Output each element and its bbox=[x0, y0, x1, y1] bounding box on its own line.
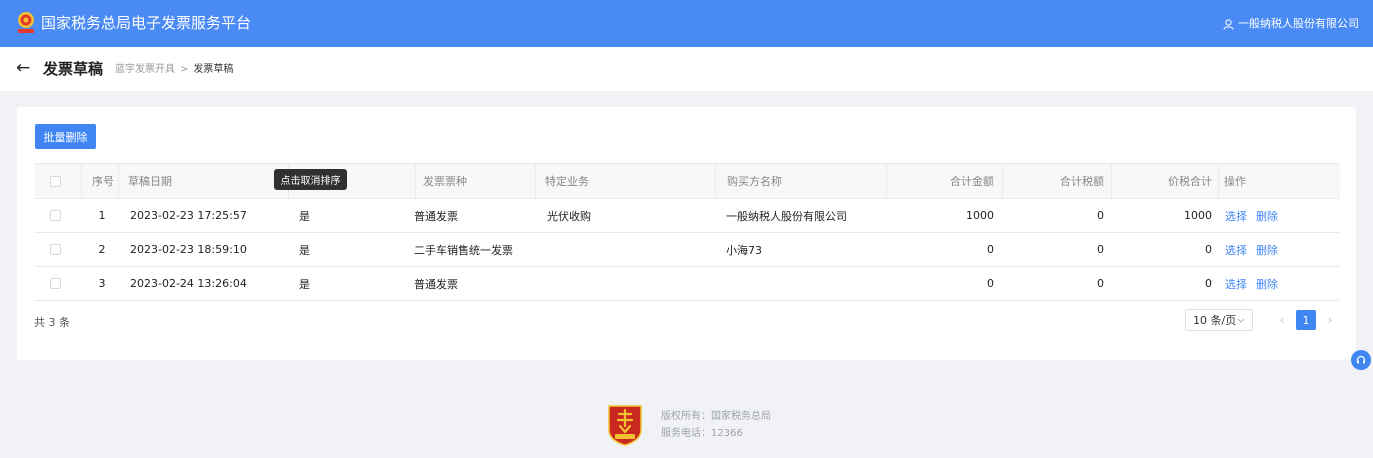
select-all-checkbox[interactable] bbox=[50, 175, 61, 187]
row-checkbox-cell bbox=[50, 267, 62, 300]
select-link[interactable]: 选择 bbox=[1225, 199, 1247, 232]
delete-link[interactable]: 删除 bbox=[1256, 233, 1278, 266]
row-checkbox[interactable] bbox=[50, 244, 61, 255]
cell-flag: 是 bbox=[299, 243, 310, 257]
column-divider bbox=[535, 164, 536, 198]
cell-total-amount: 0 bbox=[987, 243, 994, 256]
page-size-select[interactable]: 10 条/页 bbox=[1185, 309, 1253, 331]
column-divider bbox=[1218, 164, 1219, 198]
table-row: 3 2023-02-24 13:26:04 是 普通发票 0 0 0 选择 删除 bbox=[35, 267, 1340, 301]
cell-draft-date: 2023-02-23 17:25:57 bbox=[130, 209, 247, 222]
cell-draft-date: 2023-02-23 18:59:10 bbox=[130, 243, 247, 256]
batch-delete-button[interactable]: 批量删除 bbox=[35, 124, 96, 149]
row-checkbox[interactable] bbox=[50, 210, 61, 221]
cell-total-with-tax: 1000 bbox=[1184, 209, 1212, 222]
col-total-amount: 合计金额 bbox=[950, 175, 994, 188]
col-invoice-type: 发票票种 bbox=[423, 175, 467, 188]
cell-total-tax: 0 bbox=[1097, 277, 1104, 290]
cell-index: 2 bbox=[98, 243, 106, 256]
col-total-tax: 合计税额 bbox=[1060, 175, 1104, 188]
user-name: 一般纳税人股份有限公司 bbox=[1238, 17, 1359, 30]
drafts-table: 序号 草稿日期 发票票种 特定业务 购买方名称 合计金额 合计税额 价税合计 操… bbox=[35, 163, 1340, 301]
sort-tooltip: 点击取消排序 bbox=[274, 169, 347, 190]
page-title: 发票草稿 bbox=[43, 60, 104, 78]
col-actions: 操作 bbox=[1224, 175, 1246, 188]
col-special-business: 特定业务 bbox=[545, 175, 589, 188]
footer-copyright: 版权所有：国家税务总局 bbox=[661, 411, 771, 422]
select-all-checkbox-cell bbox=[50, 164, 62, 198]
breadcrumb: 蓝字发票开具 > 发票草稿 bbox=[115, 63, 233, 77]
cell-invoice-type: 普通发票 bbox=[414, 209, 458, 223]
tax-emblem-icon bbox=[18, 12, 34, 33]
cell-index: 3 bbox=[98, 277, 106, 290]
table-row: 2 2023-02-23 18:59:10 是 二手车销售统一发票 小海73 0… bbox=[35, 233, 1340, 267]
cell-invoice-type: 二手车销售统一发票 bbox=[414, 243, 513, 257]
arrow-left-icon[interactable]: ← bbox=[16, 58, 30, 78]
table-header: 序号 草稿日期 发票票种 特定业务 购买方名称 合计金额 合计税额 价税合计 操… bbox=[35, 164, 1340, 199]
col-buyer-name: 购买方名称 bbox=[727, 175, 782, 188]
cell-special-business: 光伏收购 bbox=[547, 209, 591, 223]
delete-link[interactable]: 删除 bbox=[1256, 199, 1278, 232]
col-draft-date[interactable]: 草稿日期 bbox=[128, 164, 172, 198]
cell-total-with-tax: 0 bbox=[1205, 277, 1212, 290]
tax-shield-icon bbox=[608, 405, 642, 446]
chevron-down-icon bbox=[1237, 318, 1245, 323]
cell-flag: 是 bbox=[299, 277, 310, 291]
row-checkbox[interactable] bbox=[50, 278, 61, 289]
delete-link[interactable]: 删除 bbox=[1256, 267, 1278, 300]
breadcrumb-parent[interactable]: 蓝字发票开具 bbox=[115, 64, 175, 75]
breadcrumb-separator: > bbox=[180, 64, 189, 75]
col-total-with-tax: 价税合计 bbox=[1168, 175, 1212, 188]
cell-total-tax: 0 bbox=[1097, 243, 1104, 256]
column-divider bbox=[118, 164, 119, 198]
row-checkbox-cell bbox=[50, 199, 62, 232]
page-header: ← 发票草稿 蓝字发票开具 > 发票草稿 bbox=[0, 47, 1373, 91]
total-count: 共 3 条 bbox=[34, 316, 70, 329]
app-title: 国家税务总局电子发票服务平台 bbox=[41, 14, 252, 32]
footer-phone: 服务电话：12366 bbox=[661, 428, 743, 439]
select-link[interactable]: 选择 bbox=[1225, 267, 1247, 300]
cell-draft-date: 2023-02-24 13:26:04 bbox=[130, 277, 247, 290]
cell-invoice-type: 普通发票 bbox=[414, 277, 458, 291]
top-navbar: 国家税务总局电子发票服务平台 一般纳税人股份有限公司 bbox=[0, 0, 1373, 47]
user-menu[interactable]: 一般纳税人股份有限公司 bbox=[1223, 16, 1359, 32]
next-page-button[interactable]: › bbox=[1321, 313, 1339, 327]
breadcrumb-current: 发票草稿 bbox=[193, 64, 234, 75]
cell-total-amount: 1000 bbox=[966, 209, 994, 222]
table-row: 1 2023-02-23 17:25:57 是 普通发票 光伏收购 一般纳税人股… bbox=[35, 199, 1340, 233]
prev-page-button[interactable]: ‹ bbox=[1273, 313, 1291, 327]
page-size-value: 10 条/页 bbox=[1193, 314, 1237, 327]
drafts-card: 批量删除 序号 草稿日期 发票票种 特定业务 购买方名称 合计金额 合计税额 价… bbox=[17, 107, 1356, 360]
user-icon bbox=[1223, 18, 1234, 30]
footer-info: 版权所有：国家税务总局 服务电话：12366 bbox=[661, 408, 771, 442]
cell-flag: 是 bbox=[299, 209, 310, 223]
pagination: 10 条/页 ‹ 1 › bbox=[1185, 309, 1339, 331]
cell-total-amount: 0 bbox=[987, 277, 994, 290]
cell-buyer-name: 小海73 bbox=[726, 243, 762, 257]
row-checkbox-cell bbox=[50, 233, 62, 266]
column-divider bbox=[415, 164, 416, 198]
cell-total-with-tax: 0 bbox=[1205, 243, 1212, 256]
headset-icon[interactable] bbox=[1351, 350, 1371, 370]
column-divider bbox=[81, 164, 82, 198]
cell-total-tax: 0 bbox=[1097, 209, 1104, 222]
col-index: 序号 bbox=[92, 175, 114, 188]
column-divider bbox=[715, 164, 716, 198]
select-link[interactable]: 选择 bbox=[1225, 233, 1247, 266]
page-button-current[interactable]: 1 bbox=[1296, 310, 1316, 330]
cell-index: 1 bbox=[98, 209, 106, 222]
cell-buyer-name: 一般纳税人股份有限公司 bbox=[726, 209, 847, 223]
